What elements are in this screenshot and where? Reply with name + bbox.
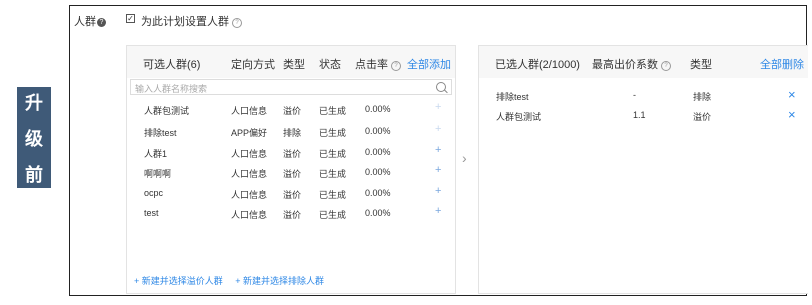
selected-type: 排除	[693, 92, 712, 102]
col-selected: 已选人群(2/1000)	[495, 59, 580, 71]
version-label: 升 级 前	[17, 87, 51, 188]
checkbox-text: 为此计划设置人群	[141, 16, 229, 28]
crowd-method: 人口信息	[231, 149, 268, 159]
version-char: 升	[25, 92, 43, 114]
help-icon[interactable]: ?	[391, 61, 401, 71]
crowd-ctr: 0.00%	[365, 208, 391, 218]
selected-name: 人群包测试	[496, 112, 542, 122]
table-row: 排除test APP偏好 排除 已生成 0.00% +	[127, 123, 457, 146]
table-row: ocpc 人口信息 溢价 已生成 0.00% +	[127, 185, 457, 208]
col-max-bid: 最高出价系数?	[592, 56, 671, 72]
crowd-status: 已生成	[319, 169, 347, 179]
crowd-method: 人口信息	[231, 106, 268, 116]
col-ctr: 点击率?	[355, 56, 401, 72]
add-all-link[interactable]: 全部添加	[407, 56, 451, 72]
new-premium-crowd-link[interactable]: + 新建并选择溢价人群	[134, 276, 223, 286]
crowd-name: test	[144, 208, 159, 218]
table-row: 排除test - 排除 ×	[479, 87, 809, 110]
table-row: 人群1 人口信息 溢价 已生成 0.00% +	[127, 144, 457, 167]
add-icon[interactable]: +	[435, 144, 441, 156]
version-char: 前	[25, 164, 43, 186]
new-exclude-crowd-link[interactable]: + 新建并选择排除人群	[235, 276, 324, 286]
crowd-type: 排除	[283, 128, 302, 138]
help-icon[interactable]: ?	[97, 18, 106, 27]
col-status: 状态	[319, 59, 341, 71]
table-row: test 人口信息 溢价 已生成 0.00% +	[127, 205, 457, 228]
help-icon[interactable]: ?	[661, 61, 671, 71]
table-row: 人群包测试 人口信息 溢价 已生成 0.00% +	[127, 101, 457, 124]
crowd-method: APP偏好	[231, 128, 268, 138]
set-crowd-checkbox[interactable]: ✓	[126, 14, 135, 23]
crowd-ctr: 0.00%	[365, 126, 391, 136]
crowd-ctr: 0.00%	[365, 188, 391, 198]
add-icon[interactable]: +	[435, 164, 441, 176]
crowd-name: 人群包测试	[144, 106, 190, 116]
field-label: 人群?	[74, 13, 106, 29]
add-icon[interactable]: +	[435, 101, 441, 113]
search-input[interactable]: 输入人群名称搜索	[130, 79, 452, 95]
selected-name: 排除test	[496, 92, 529, 102]
col-ctr-text: 点击率	[355, 59, 388, 71]
selected-coef: -	[633, 90, 636, 100]
table-row: 啊啊啊 人口信息 溢价 已生成 0.00% +	[127, 164, 457, 187]
selected-type: 溢价	[693, 112, 712, 122]
col-type: 类型	[690, 59, 712, 71]
crowd-name: 排除test	[144, 128, 177, 138]
crowd-type: 溢价	[283, 106, 302, 116]
crowd-method: 人口信息	[231, 210, 268, 220]
selected-coef: 1.1	[633, 110, 646, 120]
add-icon[interactable]: +	[435, 123, 441, 135]
selected-crowds-panel: 已选人群(2/1000) 最高出价系数? 类型 全部删除 排除test - 排除 × 人…	[478, 45, 808, 294]
selected-crowds-header: 已选人群(2/1000) 最高出价系数? 类型 全部删除	[479, 46, 808, 78]
search-placeholder: 输入人群名称搜索	[135, 84, 208, 94]
close-icon[interactable]: ×	[788, 87, 796, 102]
delete-all-link[interactable]: 全部删除	[760, 56, 804, 72]
close-icon[interactable]: ×	[788, 107, 796, 122]
crowd-type: 溢价	[283, 210, 302, 220]
available-crowds-header: 可选人群(6) 定向方式 类型 状态 点击率? 全部添加	[127, 46, 455, 78]
crowd-name: ocpc	[144, 188, 164, 198]
crowd-type: 溢价	[283, 169, 302, 179]
search-icon[interactable]	[436, 82, 446, 92]
crowd-status: 已生成	[319, 190, 347, 200]
crowd-status: 已生成	[319, 149, 347, 159]
version-char: 级	[25, 128, 43, 150]
col-method: 定向方式	[231, 59, 275, 71]
add-icon[interactable]: +	[435, 185, 441, 197]
set-crowd-label: 为此计划设置人群?	[141, 13, 242, 29]
crowd-ctr: 0.00%	[365, 147, 391, 157]
col-max-bid-text: 最高出价系数	[592, 59, 658, 71]
crowd-ctr: 0.00%	[365, 104, 391, 114]
crowd-method: 人口信息	[231, 169, 268, 179]
footer-links: + 新建并选择溢价人群 + 新建并选择排除人群	[134, 274, 334, 287]
crowd-name: 人群1	[144, 149, 168, 159]
crowd-ctr: 0.00%	[365, 167, 391, 177]
help-icon[interactable]: ?	[232, 18, 242, 28]
crowd-status: 已生成	[319, 210, 347, 220]
chevron-right-icon: ›	[462, 150, 467, 166]
add-icon[interactable]: +	[435, 205, 441, 217]
crowd-method: 人口信息	[231, 190, 268, 200]
crowd-name: 啊啊啊	[144, 169, 172, 179]
crowd-type: 溢价	[283, 149, 302, 159]
crowd-status: 已生成	[319, 106, 347, 116]
table-row: 人群包测试 1.1 溢价 ×	[479, 107, 809, 130]
field-label-text: 人群	[74, 16, 96, 28]
crowd-status: 已生成	[319, 128, 347, 138]
crowd-type: 溢价	[283, 190, 302, 200]
col-available: 可选人群(6)	[143, 59, 201, 71]
col-type: 类型	[283, 59, 305, 71]
